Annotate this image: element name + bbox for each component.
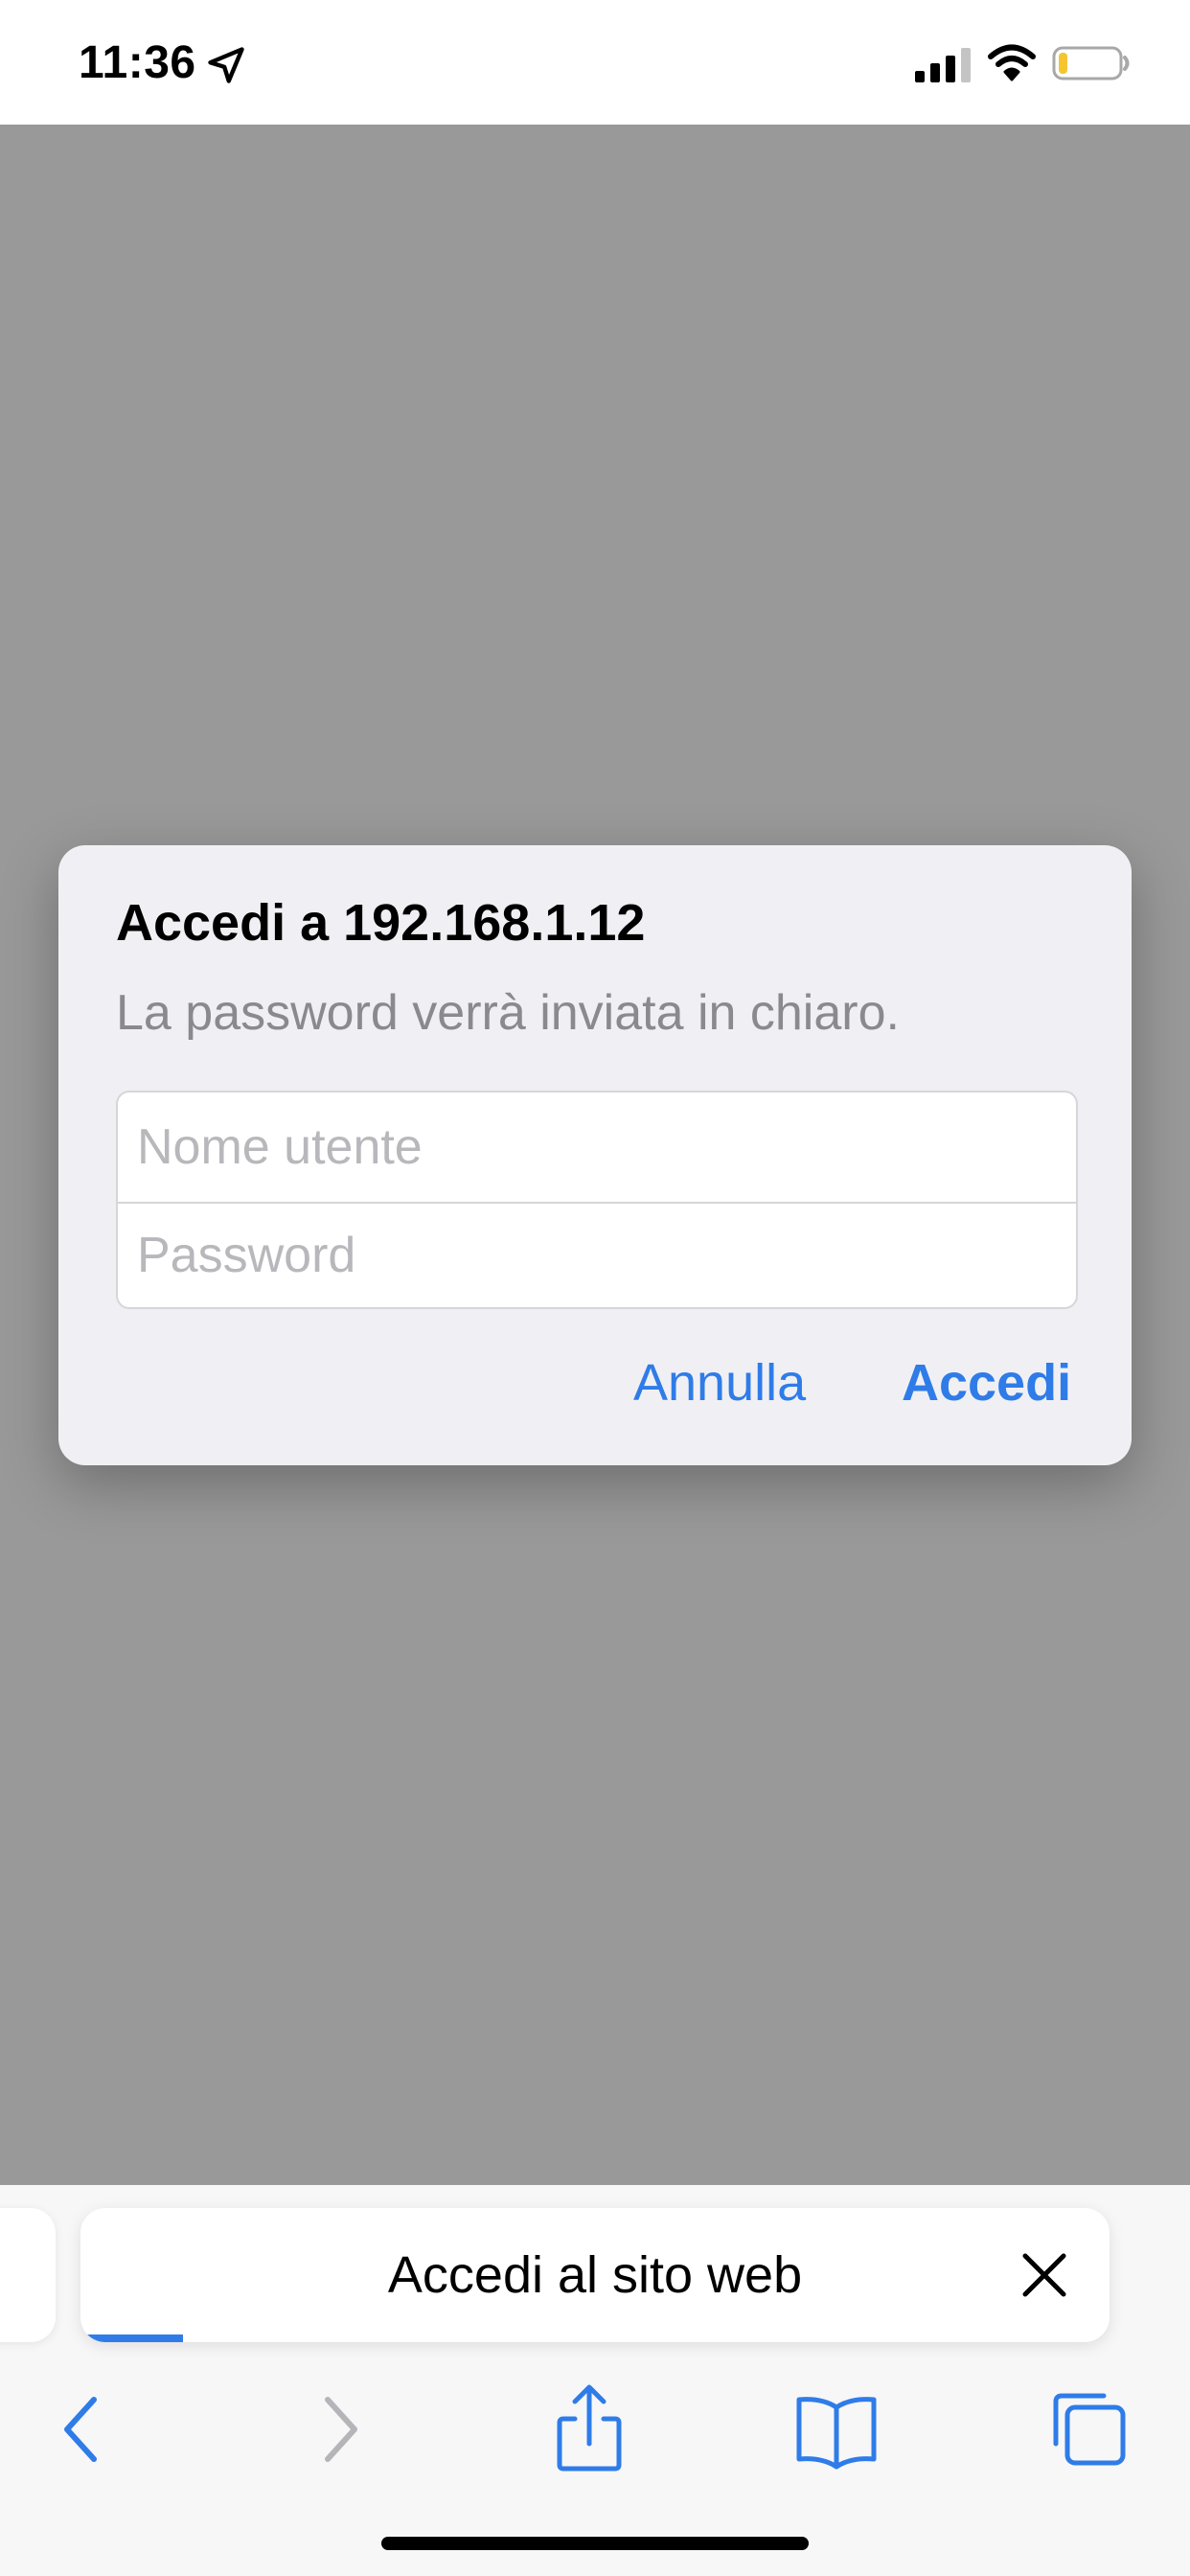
close-icon[interactable] xyxy=(1018,2248,1071,2302)
alert-message: La password verrà inviata in chiaro. xyxy=(116,985,900,1041)
password-field[interactable] xyxy=(118,1204,1076,1307)
location-arrow-icon xyxy=(208,47,244,83)
chevron-left-icon[interactable] xyxy=(29,2377,134,2482)
address-bar[interactable]: Accedi al sito web xyxy=(80,2208,1110,2342)
credentials-fields xyxy=(116,1091,1078,1309)
login-button[interactable]: Accedi xyxy=(902,1353,1071,1413)
username-field[interactable] xyxy=(118,1092,1076,1202)
bottom-toolbar: Accedi al sito web xyxy=(0,2185,1190,2576)
chevron-right-icon[interactable] xyxy=(287,2377,393,2482)
previous-tab-card[interactable] xyxy=(0,2208,56,2342)
status-time: 11:36 xyxy=(79,37,196,88)
status-bar: 11:36 xyxy=(0,0,1190,125)
page-load-progress xyxy=(80,2334,184,2342)
login-alert-dialog: Accedi a 192.168.1.12 La password verrà … xyxy=(58,845,1132,1465)
share-icon[interactable] xyxy=(537,2377,642,2482)
wifi-icon xyxy=(988,44,1036,81)
book-icon[interactable] xyxy=(784,2377,889,2482)
cellular-signal-icon xyxy=(915,48,971,82)
alert-title: Accedi a 192.168.1.12 xyxy=(116,894,646,952)
battery-low-icon xyxy=(1052,46,1130,80)
home-indicator[interactable] xyxy=(381,2537,809,2550)
cancel-button[interactable]: Annulla xyxy=(633,1353,806,1413)
tabs-icon[interactable] xyxy=(1035,2377,1140,2482)
page-title: Accedi al sito web xyxy=(387,2246,803,2304)
